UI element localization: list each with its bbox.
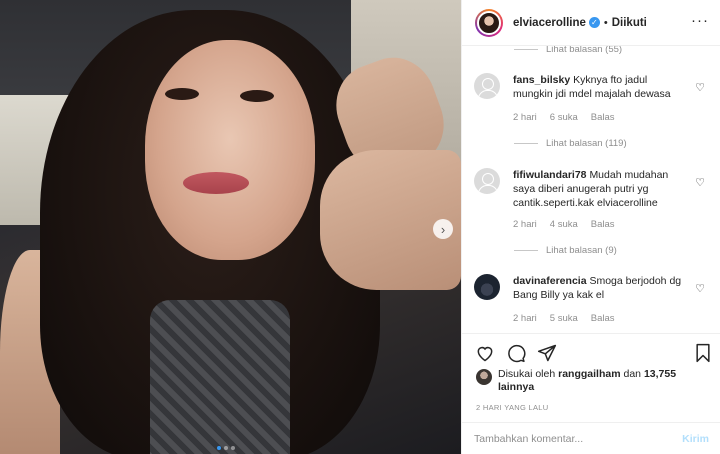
chevron-right-icon[interactable]: › — [433, 219, 453, 239]
comment-username[interactable]: fifiwulandari78 — [513, 169, 587, 181]
comment-icon[interactable] — [506, 343, 526, 363]
comment-username[interactable]: davinaferencia — [513, 275, 587, 287]
verified-badge-icon: ✓ — [588, 17, 600, 28]
comment-time[interactable]: 2 hari — [513, 112, 537, 123]
reply-button[interactable]: Balas — [591, 313, 615, 324]
carousel-dot — [231, 446, 235, 450]
share-icon[interactable] — [537, 343, 557, 363]
lips — [183, 172, 249, 194]
comment-time[interactable]: 2 hari — [513, 219, 537, 230]
post-date[interactable]: 2 HARI YANG LALU — [476, 403, 548, 412]
avatar[interactable] — [474, 73, 500, 99]
carousel-dots — [217, 446, 235, 450]
view-replies-button[interactable]: Lihat balasan (119) — [514, 138, 627, 149]
right-eye — [240, 90, 274, 102]
likes-summary: Disukai oleh ranggailham dan 13,755 lain… — [476, 368, 711, 394]
ellipsis-icon[interactable]: ··· — [691, 12, 709, 29]
post-actions — [462, 333, 720, 363]
carousel-dot — [217, 446, 221, 450]
comment-likes[interactable]: 5 suka — [550, 313, 578, 324]
avatar[interactable] — [474, 168, 500, 194]
heart-icon[interactable]: ♡ — [695, 282, 705, 295]
avatar[interactable] — [475, 8, 503, 37]
comment-meta: 2 hari 6 suka Balas — [513, 112, 615, 123]
post-comment-button[interactable]: Kirim — [682, 433, 709, 445]
comment-time[interactable]: 2 hari — [513, 313, 537, 324]
comment-likes[interactable]: 6 suka — [550, 112, 578, 123]
post-header: elviacerolline ✓ • Diikuti ··· — [462, 0, 720, 46]
liker-username[interactable]: ranggailham — [558, 368, 620, 380]
shirt — [150, 300, 290, 454]
carousel-dot — [224, 446, 228, 450]
heart-icon[interactable]: ♡ — [695, 176, 705, 189]
follow-button[interactable]: Diikuti — [612, 17, 647, 29]
avatar[interactable] — [476, 369, 492, 385]
author-username[interactable]: elviacerolline — [513, 17, 586, 29]
comment-likes[interactable]: 4 suka — [550, 219, 578, 230]
avatar[interactable] — [474, 274, 500, 300]
bookmark-icon[interactable] — [693, 343, 713, 363]
separator: • — [603, 16, 608, 29]
comment-meta: 2 hari 5 suka Balas — [513, 313, 615, 324]
post-side-panel: elviacerolline ✓ • Diikuti ··· Lihat bal… — [461, 0, 720, 454]
comment-input[interactable] — [474, 432, 683, 445]
view-replies-button[interactable]: Lihat balasan (9) — [514, 245, 617, 256]
reply-button[interactable]: Balas — [591, 112, 615, 123]
heart-icon[interactable] — [475, 343, 495, 363]
comment-meta: 2 hari 4 suka Balas — [513, 219, 615, 230]
heart-icon[interactable]: ♡ — [695, 81, 705, 94]
left-eye — [165, 88, 199, 100]
comment-text: davinaferencia Smoga berjodoh dg Bang Bi… — [513, 275, 682, 301]
face — [145, 40, 315, 260]
comment-text: fifiwulandari78 Mudah mudahan saya diber… — [513, 169, 669, 209]
comments-list: Lihat balasan (55) fans_bilsky Kyknya ft… — [462, 46, 720, 333]
add-comment-bar: Kirim — [462, 422, 720, 454]
view-replies-button[interactable]: Lihat balasan (55) — [514, 46, 622, 55]
comment-username[interactable]: fans_bilsky — [513, 74, 570, 86]
reply-button[interactable]: Balas — [591, 219, 615, 230]
comment-text: fans_bilsky Kyknya fto jadul mungkin jdi… — [513, 74, 671, 100]
post-photo[interactable]: › — [0, 0, 461, 454]
